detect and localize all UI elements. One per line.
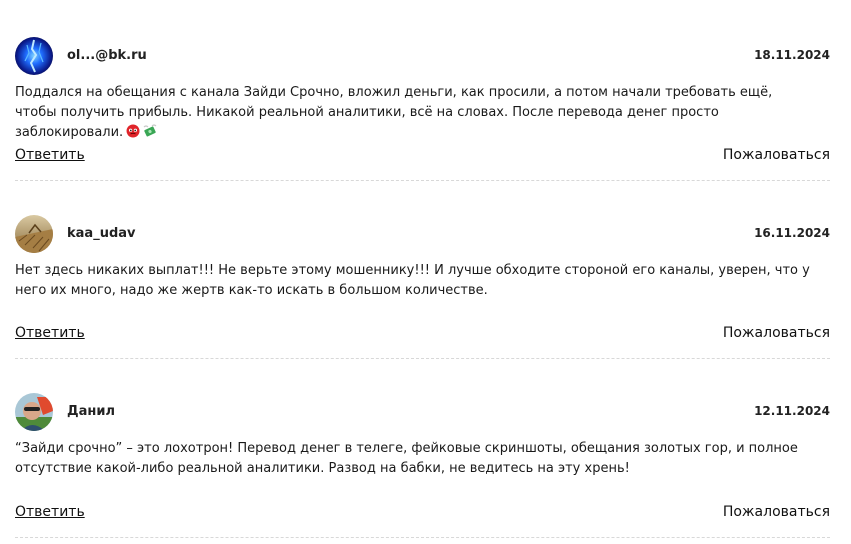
report-button[interactable]: Пожаловаться <box>723 504 830 520</box>
comment-author: ol...@bk.ru <box>67 48 147 63</box>
comment-item: Данил 12.11.2024 “Зайди срочно” – это ло… <box>15 393 830 538</box>
avatar[interactable] <box>15 37 53 75</box>
reply-button[interactable]: Ответить <box>15 325 85 341</box>
comment-text: Нет здесь никаких выплат!!! Не верьте эт… <box>15 263 810 298</box>
comment-header: ol...@bk.ru 18.11.2024 <box>15 37 830 75</box>
report-button[interactable]: Пожаловаться <box>723 147 830 163</box>
comment-date: 18.11.2024 <box>754 48 830 62</box>
comment-text: “Зайди срочно” – это лохотрон! Перевод д… <box>15 441 798 476</box>
report-button[interactable]: Пожаловаться <box>723 325 830 341</box>
avatar[interactable] <box>15 215 53 253</box>
comment-text-block: Поддался на обещания с канала Зайди Сроч… <box>15 83 815 143</box>
comment-text-block: “Зайди срочно” – это лохотрон! Перевод д… <box>15 439 815 479</box>
comment-date: 12.11.2024 <box>754 404 830 418</box>
comment-actions: Ответить Пожаловаться <box>15 325 830 345</box>
angry-face-emoji-icon <box>126 124 140 138</box>
comment-header: Данил 12.11.2024 <box>15 393 830 431</box>
comment-actions: Ответить Пожаловаться <box>15 147 830 167</box>
divider <box>15 358 830 359</box>
comment-item: kaa_udav 16.11.2024 Нет здесь никаких вы… <box>15 215 830 359</box>
comment-item: ol...@bk.ru 18.11.2024 Поддался на обеща… <box>15 37 830 181</box>
comments-list: ol...@bk.ru 18.11.2024 Поддался на обеща… <box>0 0 851 544</box>
comment-actions: Ответить Пожаловаться <box>15 504 830 524</box>
divider <box>15 180 830 181</box>
comment-author: Данил <box>67 404 115 419</box>
avatar[interactable] <box>15 393 53 431</box>
money-with-wings-emoji-icon <box>143 124 157 138</box>
comment-header: kaa_udav 16.11.2024 <box>15 215 830 253</box>
comment-date: 16.11.2024 <box>754 226 830 240</box>
comment-text-block: Нет здесь никаких выплат!!! Не верьте эт… <box>15 261 815 301</box>
reply-button[interactable]: Ответить <box>15 147 85 163</box>
divider <box>15 537 830 538</box>
comment-author: kaa_udav <box>67 226 136 241</box>
reply-button[interactable]: Ответить <box>15 504 85 520</box>
